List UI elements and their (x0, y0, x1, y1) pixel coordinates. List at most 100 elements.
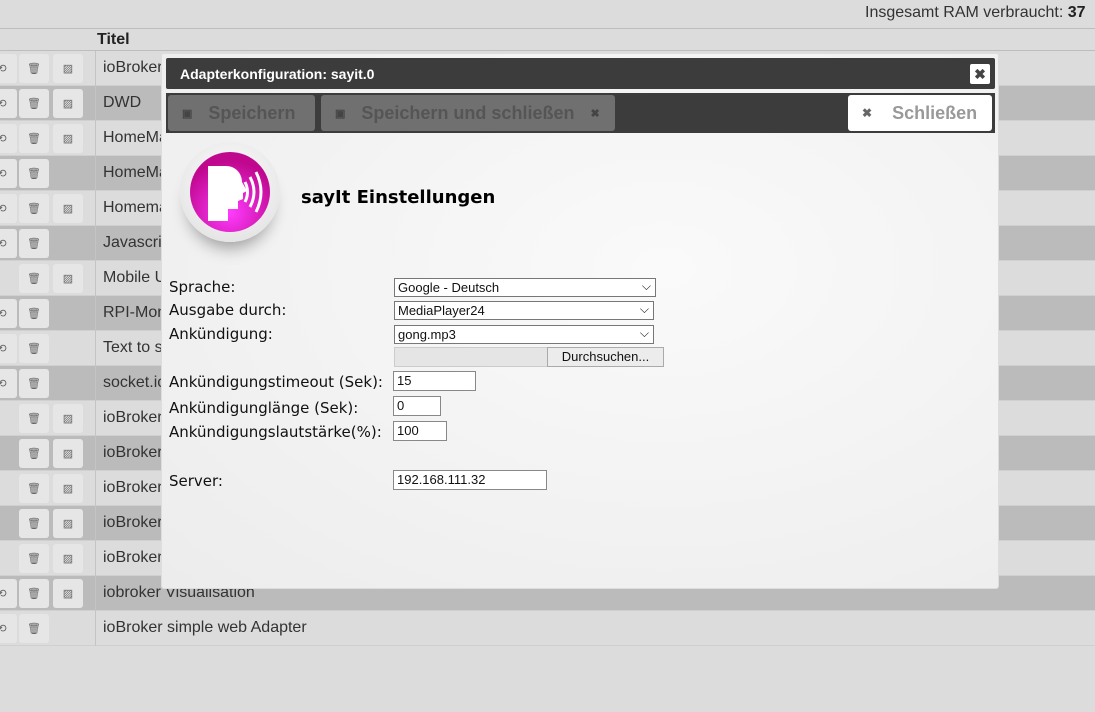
adapter-title: Text to s (103, 339, 163, 356)
output-select[interactable]: MediaPlayer24 ⌵ (394, 301, 654, 320)
timeout-label: Ankündigungstimeout (Sek): (169, 373, 383, 391)
browse-button[interactable]: Durchsuchen... (547, 347, 664, 367)
dialog-toolbar: ▣ Speichern ▣ Speichern und schließen ✖ ✖ Sc… (166, 93, 995, 133)
close-label: Schließen (892, 102, 978, 123)
close-icon: ✖ (862, 106, 873, 120)
dialog-titlebar: Adapterkonfiguration: sayit.0 ✖ (166, 58, 995, 89)
image-icon[interactable]: ▨ (53, 89, 83, 118)
image-icon[interactable]: ▨ (53, 579, 83, 608)
trash-icon[interactable]: 🗑 (19, 579, 49, 608)
length-input[interactable]: 0 (393, 396, 441, 416)
adapter-title: ioBroker (103, 409, 163, 426)
announcement-select[interactable]: gong.mp3 ⌵ (394, 325, 654, 344)
server-input[interactable]: 192.168.111.32 (393, 470, 547, 490)
image-icon[interactable]: ▨ (53, 124, 83, 153)
length-label: Ankündigunglänge (Sek): (169, 399, 359, 417)
adapter-title: ioBroker (103, 59, 163, 76)
reload-icon[interactable]: ⟲ (0, 124, 17, 153)
dialog-title: Adapterkonfiguration: sayit.0 (180, 66, 375, 82)
trash-icon[interactable]: 🗑 (19, 509, 49, 538)
image-icon[interactable]: ▨ (53, 509, 83, 538)
reload-icon[interactable]: ⟲ (0, 229, 17, 258)
volume-label: Ankündigungslautstärke(%): (169, 423, 382, 441)
chevron-down-icon: ⌵ (639, 302, 649, 316)
close-icon: ✖ (590, 107, 600, 120)
trash-icon[interactable]: 🗑 (19, 124, 49, 153)
trash-icon[interactable]: 🗑 (19, 194, 49, 223)
adapter-title: ioBroker simple web Adapter (103, 619, 307, 636)
image-icon[interactable]: ▨ (53, 194, 83, 223)
trash-icon[interactable]: 🗑 (19, 264, 49, 293)
adapter-title: ioBroker (103, 549, 163, 566)
trash-icon[interactable]: 🗑 (19, 474, 49, 503)
image-icon[interactable]: ▨ (53, 264, 83, 293)
trash-icon[interactable]: 🗑 (19, 544, 49, 573)
reload-icon[interactable]: ⟲ (0, 579, 17, 608)
language-select[interactable]: Google - Deutsch ⌵ (394, 278, 656, 297)
language-label: Sprache: (169, 278, 236, 296)
adapter-title: Javascri (103, 234, 162, 251)
reload-icon[interactable]: ⟲ (0, 299, 17, 328)
image-icon[interactable]: ▨ (53, 544, 83, 573)
output-label: Ausgabe durch: (169, 301, 287, 319)
reload-icon[interactable]: ⟲ (0, 334, 17, 363)
ram-label: Insgesamt RAM verbraucht: (865, 4, 1064, 21)
image-icon[interactable]: ▨ (53, 474, 83, 503)
close-icon[interactable]: ✖ (970, 64, 990, 84)
trash-icon[interactable]: 🗑 (19, 614, 49, 643)
reload-icon[interactable]: ⟲ (0, 89, 17, 118)
adapter-title: RPI-Mon (103, 304, 167, 321)
language-value: Google - Deutsch (398, 280, 500, 295)
output-value: MediaPlayer24 (398, 303, 485, 318)
save-label: Speichern (208, 102, 296, 123)
trash-icon[interactable]: 🗑 (19, 334, 49, 363)
server-label: Server: (169, 472, 223, 490)
save-button[interactable]: ▣ Speichern (168, 95, 315, 131)
image-icon[interactable]: ▨ (53, 54, 83, 83)
close-button[interactable]: ✖ Schließen (848, 95, 992, 131)
adapter-title: ioBroker (103, 514, 163, 531)
adapter-title: Mobile U (103, 269, 167, 286)
announcement-value: gong.mp3 (398, 327, 456, 342)
reload-icon[interactable]: ⟲ (0, 194, 17, 223)
settings-heading: sayIt Einstellungen (301, 187, 496, 208)
trash-icon[interactable]: 🗑 (19, 299, 49, 328)
save-icon: ▣ (182, 107, 193, 120)
adapter-config-dialog: Adapterkonfiguration: sayit.0 ✖ ▣ Speiche… (161, 53, 999, 589)
trash-icon[interactable]: 🗑 (19, 369, 49, 398)
adapter-title: HomeMa (103, 164, 168, 181)
adapter-title: ioBroker (103, 479, 163, 496)
trash-icon[interactable]: 🗑 (19, 159, 49, 188)
file-input[interactable]: Durchsuchen... (394, 347, 664, 367)
timeout-input[interactable]: 15 (393, 371, 476, 391)
adapter-title: HomeMa (103, 129, 168, 146)
ram-usage: Insgesamt RAM verbraucht: 37 (865, 4, 1095, 22)
trash-icon[interactable]: 🗑 (19, 229, 49, 258)
reload-icon[interactable]: ⟲ (0, 369, 17, 398)
trash-icon[interactable]: 🗑 (19, 54, 49, 83)
column-divider (95, 51, 96, 646)
image-icon[interactable]: ▨ (53, 404, 83, 433)
reload-icon[interactable]: ⟲ (0, 159, 17, 188)
save-close-button[interactable]: ▣ Speichern und schließen ✖ (321, 95, 615, 131)
trash-icon[interactable]: 🗑 (19, 89, 49, 118)
chevron-down-icon: ⌵ (641, 279, 651, 293)
trash-icon[interactable]: 🗑 (19, 404, 49, 433)
reload-icon[interactable]: ⟲ (0, 54, 17, 83)
table-row: ⟲ 🗑 ioBroker simple web Adapter (0, 611, 1095, 646)
reload-icon[interactable]: ⟲ (0, 614, 17, 643)
trash-icon[interactable]: 🗑 (19, 439, 49, 468)
sayit-logo (180, 142, 280, 242)
adapter-title: Homema (103, 199, 168, 216)
announcement-label: Ankündigung: (169, 325, 273, 343)
adapter-title: DWD (103, 94, 142, 111)
adapter-title: socket.io (103, 374, 167, 391)
save-close-label: Speichern und schließen (361, 102, 575, 123)
save-icon: ▣ (335, 107, 346, 120)
column-title[interactable]: Titel (97, 31, 130, 49)
table-header: Titel (0, 29, 1095, 51)
volume-input[interactable]: 100 (393, 421, 447, 441)
adapter-title: ioBroker (103, 444, 163, 461)
chevron-down-icon: ⌵ (639, 326, 649, 340)
image-icon[interactable]: ▨ (53, 439, 83, 468)
